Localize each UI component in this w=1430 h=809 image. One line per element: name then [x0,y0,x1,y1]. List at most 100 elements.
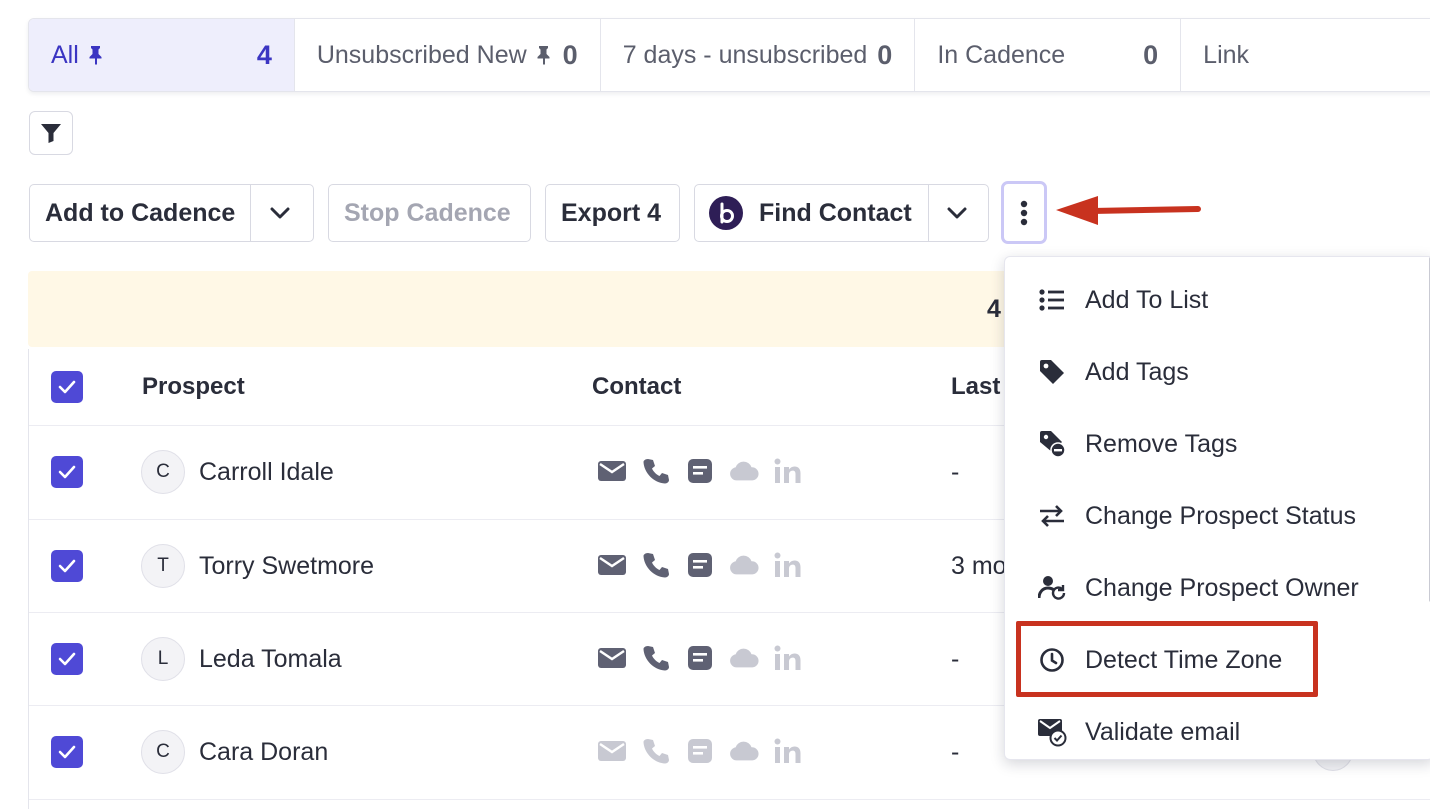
row-checkbox[interactable] [51,550,83,582]
filter-button[interactable] [29,111,73,155]
tab-label: Link [1203,40,1250,69]
tab-in-cadence[interactable]: In Cadence 0 [915,19,1182,91]
check-icon [58,380,76,394]
note-icon[interactable] [685,736,715,766]
add-to-cadence-dropdown[interactable] [250,185,308,241]
linkedin-icon[interactable] [773,456,803,486]
cloud-icon[interactable] [729,643,759,673]
add-to-cadence-button[interactable]: Add to Cadence [30,199,250,228]
menu-item-label: Validate email [1085,717,1241,746]
export-label: Export 4 [561,198,662,227]
linkedin-icon[interactable] [773,550,803,580]
tab-unsubscribed-new[interactable]: Unsubscribed New 0 [295,19,601,91]
last-activity: - [951,458,960,486]
filter-icon [41,124,61,143]
tab-count: 0 [562,39,578,70]
pin-icon [89,46,102,65]
avatar: C [141,450,185,494]
tag-icon [1037,357,1067,387]
phone-icon[interactable] [641,643,671,673]
tab-7-days-unsubscribed[interactable]: 7 days - unsubscribed 0 [601,19,916,91]
contact-icons [597,643,817,673]
tag-remove-icon [1037,429,1067,459]
menu-item-label: Change Prospect Owner [1085,573,1359,602]
mail-check-icon [1037,717,1067,747]
menu-item-add-to-list[interactable]: Add To List [1005,264,1425,336]
note-icon[interactable] [685,643,715,673]
find-contact-button-group: Find Contact [694,184,989,242]
prospect-name-link[interactable]: Carroll Idale [199,458,334,487]
row-checkbox[interactable] [51,456,83,488]
email-icon[interactable] [597,550,627,580]
export-button[interactable]: Export 4 [545,184,680,242]
view-tabs: All 4 Unsubscribed New 0 7 days - unsubs… [28,18,1430,92]
avatar: L [141,637,185,681]
last-activity: - [951,645,960,673]
add-to-cadence-button-group: Add to Cadence [29,184,314,242]
user-refresh-icon [1037,573,1067,603]
more-actions-button[interactable] [1001,181,1047,244]
phone-icon[interactable] [641,456,671,486]
menu-item-label: Change Prospect Status [1085,501,1356,530]
phone-icon[interactable] [641,550,671,580]
check-icon [58,745,76,759]
linkedin-icon[interactable] [773,736,803,766]
note-icon[interactable] [685,456,715,486]
chevron-down-icon [270,207,290,219]
banner-text: 4 [987,295,1001,323]
contact-icons [597,456,817,486]
swap-arrows-icon [1037,501,1067,531]
menu-item-label: Add To List [1085,285,1209,314]
menu-item-add-tags[interactable]: Add Tags [1005,336,1425,408]
check-icon [58,465,76,479]
tab-label: 7 days - unsubscribed [622,40,868,69]
vertical-dots-icon [1020,200,1028,225]
menu-item-remove-tags[interactable]: Remove Tags [1005,408,1425,480]
email-icon[interactable] [597,736,627,766]
check-icon [58,559,76,573]
avatar: T [141,544,185,588]
prospect-name-link[interactable]: Cara Doran [199,738,328,767]
check-icon [58,652,76,666]
row-checkbox[interactable] [51,736,83,768]
annotation-arrow-icon [1056,196,1201,225]
tab-count: 4 [256,39,272,70]
menu-item-change-prospect-status[interactable]: Change Prospect Status [1005,480,1425,552]
phone-icon[interactable] [641,736,671,766]
contact-icons [597,550,817,580]
pin-icon [537,46,550,65]
tab-link[interactable]: Link [1181,19,1430,91]
stop-cadence-label: Stop Cadence [344,198,511,227]
bettercontact-logo-icon [709,196,743,230]
find-contact-dropdown[interactable] [927,185,986,241]
cloud-icon[interactable] [729,456,759,486]
chevron-down-icon [947,207,967,219]
tab-count: 0 [1143,39,1159,70]
select-all-checkbox[interactable] [51,371,83,403]
contact-icons [597,736,817,766]
menu-item-validate-email[interactable]: Validate email [1005,696,1425,759]
tab-all[interactable]: All 4 [29,19,295,91]
menu-item-label: Add Tags [1085,357,1189,386]
row-checkbox[interactable] [51,643,83,675]
annotation-highlight-box [1016,621,1318,697]
stop-cadence-button[interactable]: Stop Cadence [328,184,531,242]
note-icon[interactable] [685,550,715,580]
linkedin-icon[interactable] [773,643,803,673]
prospect-name-link[interactable]: Torry Swetmore [199,552,374,581]
tab-label: In Cadence [937,40,1066,69]
find-contact-button[interactable]: Find Contact [743,199,928,228]
avatar: C [141,730,185,774]
menu-item-change-prospect-owner[interactable]: Change Prospect Owner [1005,552,1425,624]
column-header-prospect[interactable]: Prospect [142,373,245,401]
email-icon[interactable] [597,643,627,673]
cloud-icon[interactable] [729,736,759,766]
prospect-name-link[interactable]: Leda Tomala [199,645,342,674]
column-header-contact[interactable]: Contact [592,373,681,401]
cloud-icon[interactable] [729,550,759,580]
tab-label: Unsubscribed New [316,40,527,69]
column-header-last[interactable]: Last [951,373,1000,401]
email-icon[interactable] [597,456,627,486]
tab-label: All [51,40,79,69]
last-activity: 3 mo [951,552,1007,580]
